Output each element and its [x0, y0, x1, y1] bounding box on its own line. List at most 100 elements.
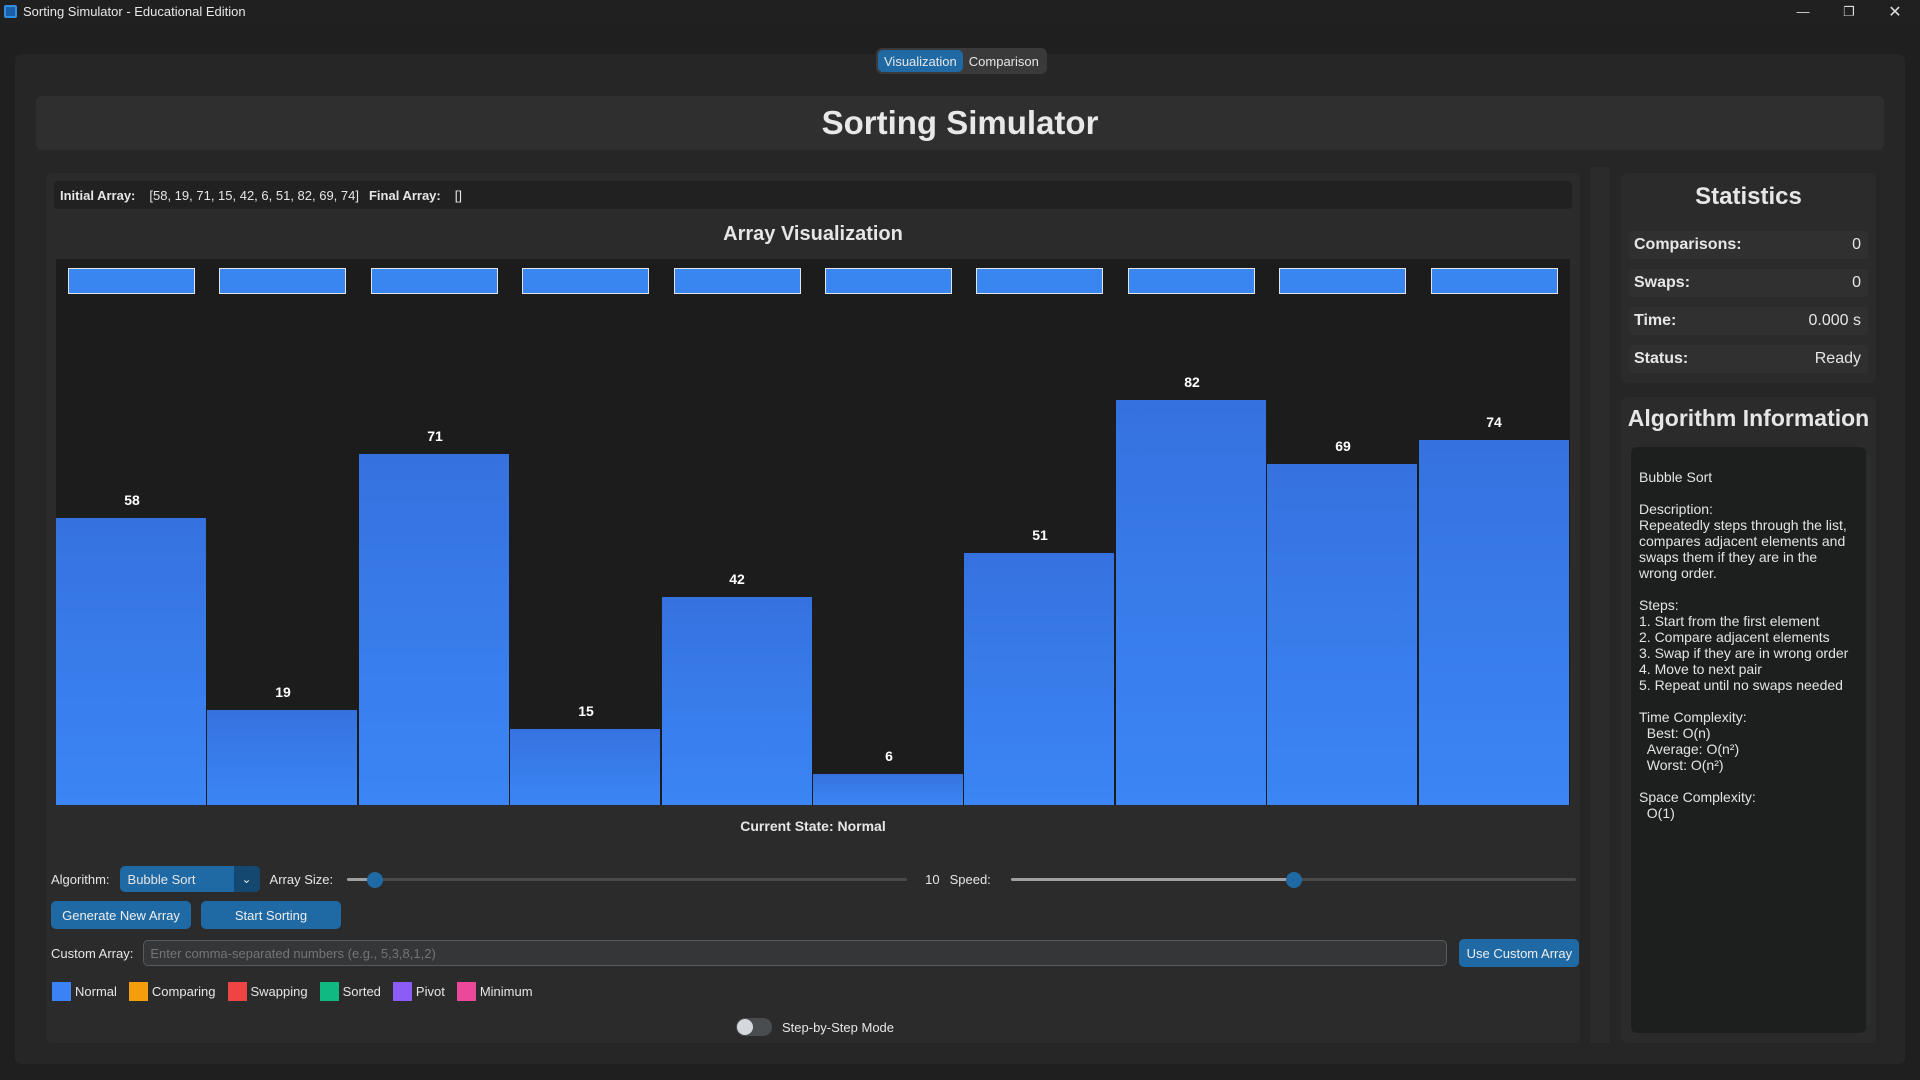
- statistics-panel: Statistics Comparisons: 0 Swaps: 0 Time:…: [1621, 173, 1876, 383]
- custom-array-label: Custom Array:: [51, 945, 134, 961]
- bar-value-label: 15: [578, 703, 594, 719]
- stat-time: Time: 0.000 s: [1629, 307, 1868, 335]
- bar-value-label: 71: [427, 428, 443, 444]
- algorithm-info-text: Bubble Sort Description: Repeatedly step…: [1631, 447, 1866, 1033]
- algorithm-info-title: Algorithm Information: [1627, 405, 1870, 431]
- generate-array-button[interactable]: Generate New Array: [51, 901, 191, 929]
- stat-label: Status:: [1634, 350, 1689, 367]
- legend-label: Sorted: [342, 983, 381, 999]
- bar-chart: 58 19 71 15 42 6 51 82 69 74: [56, 259, 1570, 805]
- bar-value-label: 69: [1335, 438, 1351, 454]
- bar: [1419, 440, 1570, 805]
- array-element-box: [976, 268, 1103, 294]
- stat-label: Time:: [1634, 312, 1677, 329]
- bar: [964, 553, 1115, 805]
- stat-value: Ready: [1814, 350, 1861, 367]
- stat-value: 0.000 s: [1808, 312, 1861, 329]
- bar-value-label: 82: [1184, 374, 1200, 390]
- window-title: Sorting Simulator - Educational Edition: [23, 4, 246, 19]
- title-bar: Sorting Simulator - Educational Edition …: [0, 0, 1920, 23]
- use-custom-array-button[interactable]: Use Custom Array: [1459, 939, 1580, 967]
- array-element-box: [1279, 268, 1406, 294]
- panel-scrollbar[interactable]: [1590, 167, 1610, 1043]
- bar-value-label: 58: [124, 492, 140, 508]
- start-sorting-button[interactable]: Start Sorting: [201, 901, 341, 929]
- slider-handle[interactable]: [367, 872, 384, 888]
- bar-value-label: 74: [1486, 414, 1502, 430]
- bar: [813, 774, 964, 805]
- buttons-row: Generate New Array Start Sorting: [46, 899, 1580, 931]
- array-element-box: [219, 268, 346, 294]
- legend-swatch: [319, 981, 339, 1001]
- final-array-value: []: [454, 187, 462, 203]
- algorithm-select[interactable]: Bubble Sort ⌄: [119, 866, 260, 892]
- stat-value: 0: [1852, 274, 1861, 291]
- array-element-box: [825, 268, 952, 294]
- algorithm-select-value: Bubble Sort: [127, 871, 196, 887]
- speed-slider[interactable]: [1010, 871, 1576, 888]
- array-size-value: 10: [925, 871, 940, 887]
- array-element-box: [1128, 268, 1255, 294]
- bar-value-label: 42: [729, 571, 745, 587]
- initial-array-value: [58, 19, 71, 15, 42, 6, 51, 82, 69, 74]: [149, 187, 359, 203]
- chevron-down-icon[interactable]: ⌄: [233, 866, 260, 892]
- stat-swaps: Swaps: 0: [1629, 269, 1868, 297]
- legend-swatch: [227, 981, 247, 1001]
- legend: Normal Comparing Swapping Sorted Pivot M…: [46, 977, 1580, 1005]
- tab-visualization[interactable]: Visualization: [878, 50, 963, 72]
- current-state: Current State: Normal: [740, 818, 886, 834]
- array-size-label: Array Size:: [269, 871, 334, 887]
- array-size-slider[interactable]: [347, 871, 908, 888]
- algorithm-info-panel: Algorithm Information Bubble Sort Descri…: [1621, 397, 1876, 1043]
- legend-item-comparing: Comparing: [128, 981, 216, 1001]
- bar: [510, 729, 661, 805]
- bar: [1267, 464, 1418, 805]
- page-title: Sorting Simulator: [821, 104, 1099, 141]
- legend-label: Comparing: [151, 983, 216, 999]
- legend-swatch: [392, 981, 412, 1001]
- array-element-box: [1431, 268, 1558, 294]
- array-element-box: [371, 268, 498, 294]
- slider-fill: [1010, 878, 1294, 881]
- bar: [56, 518, 207, 805]
- legend-item-normal: Normal: [52, 981, 117, 1001]
- visualization-title: Array Visualization: [723, 223, 903, 245]
- stat-status: Status: Ready: [1629, 345, 1868, 373]
- bar: [207, 710, 358, 805]
- legend-label: Minimum: [479, 983, 533, 999]
- slider-track: [347, 878, 908, 881]
- bar: [1116, 400, 1267, 805]
- bar: [359, 454, 510, 805]
- bar-value-label: 19: [275, 684, 291, 700]
- tab-comparison[interactable]: Comparison: [963, 50, 1045, 72]
- stat-value: 0: [1852, 236, 1861, 253]
- legend-item-pivot: Pivot: [392, 981, 445, 1001]
- custom-array-input[interactable]: [143, 940, 1448, 966]
- stat-comparisons: Comparisons: 0: [1629, 231, 1868, 259]
- tab-bar: Visualization Comparison: [876, 48, 1047, 74]
- array-element-box: [522, 268, 649, 294]
- restore-icon[interactable]: ❐: [1826, 0, 1872, 23]
- controls-row: Algorithm: Bubble Sort ⌄ Array Size: 10 …: [46, 863, 1580, 895]
- legend-swatch: [52, 981, 71, 1001]
- bar: [662, 597, 813, 805]
- step-mode-toggle[interactable]: [736, 1018, 772, 1036]
- array-element-box: [68, 268, 195, 294]
- legend-item-sorted: Sorted: [319, 981, 381, 1001]
- legend-label: Normal: [75, 983, 117, 999]
- step-mode-row: Step-by-Step Mode: [736, 1018, 894, 1036]
- close-icon[interactable]: ✕: [1872, 0, 1918, 23]
- stat-label: Comparisons:: [1634, 236, 1742, 253]
- custom-array-row: Custom Array: Use Custom Array: [46, 937, 1580, 969]
- legend-label: Pivot: [415, 983, 445, 999]
- app-icon: [4, 5, 17, 18]
- array-info-bar: Initial Array: [58, 19, 71, 15, 42, 6, 5…: [54, 181, 1572, 209]
- bar-value-label: 51: [1032, 527, 1048, 543]
- legend-swatch: [128, 981, 148, 1001]
- legend-label: Swapping: [250, 983, 308, 999]
- initial-array-label: Initial Array:: [60, 187, 136, 203]
- minimize-icon[interactable]: —: [1780, 0, 1826, 23]
- final-array-label: Final Array:: [368, 187, 441, 203]
- step-mode-label: Step-by-Step Mode: [782, 1019, 895, 1035]
- slider-handle[interactable]: [1285, 872, 1302, 888]
